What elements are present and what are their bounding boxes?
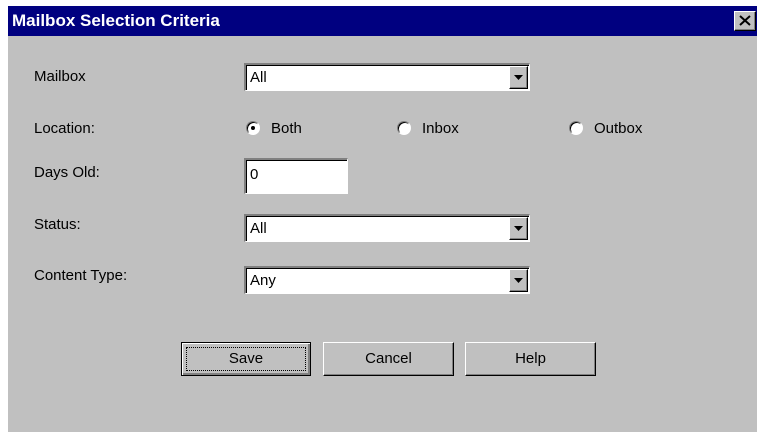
mailbox-value: All	[250, 69, 267, 86]
dialog-title: Mailbox Selection Criteria	[12, 11, 220, 30]
mailbox-label: Mailbox	[34, 68, 86, 85]
days-old-input[interactable]: 0	[244, 158, 348, 194]
close-icon	[739, 15, 751, 26]
content-type-value: Any	[250, 272, 276, 289]
location-label: Location:	[34, 120, 95, 137]
content-type-label: Content Type:	[34, 267, 128, 284]
help-button[interactable]: Help	[465, 342, 596, 376]
chevron-down-icon	[514, 226, 523, 231]
radio-both-label: Both	[271, 120, 302, 137]
radio-selected-dot	[251, 126, 255, 130]
radio-outbox-label: Outbox	[594, 120, 643, 137]
mailbox-dropdown-button[interactable]	[509, 66, 528, 89]
radio-inbox-label: Inbox	[422, 120, 459, 137]
close-button[interactable]	[734, 11, 756, 31]
save-button-label: Save	[186, 347, 306, 371]
mailbox-dropdown[interactable]: All	[244, 63, 530, 91]
content-type-dropdown[interactable]: Any	[244, 266, 530, 294]
radio-button-icon	[246, 121, 260, 135]
save-button[interactable]: Save	[181, 342, 311, 376]
content-type-dropdown-button[interactable]	[509, 269, 528, 292]
status-value: All	[250, 220, 267, 237]
status-dropdown-button[interactable]	[509, 217, 528, 240]
days-old-value: 0	[250, 166, 259, 183]
chevron-down-icon	[514, 75, 523, 80]
radio-button-icon	[569, 121, 583, 135]
cancel-button[interactable]: Cancel	[323, 342, 454, 376]
radio-outbox[interactable]: Outbox	[569, 120, 669, 140]
radio-inbox[interactable]: Inbox	[397, 120, 487, 140]
status-label: Status:	[34, 216, 81, 233]
days-old-label: Days Old:	[34, 164, 100, 181]
status-dropdown[interactable]: All	[244, 214, 530, 242]
radio-button-icon	[397, 121, 411, 135]
chevron-down-icon	[514, 278, 523, 283]
title-bar[interactable]: Mailbox Selection Criteria	[8, 6, 757, 36]
radio-both[interactable]: Both	[246, 120, 336, 140]
mailbox-selection-dialog: Mailbox Selection Criteria Mailbox All L…	[8, 6, 757, 432]
